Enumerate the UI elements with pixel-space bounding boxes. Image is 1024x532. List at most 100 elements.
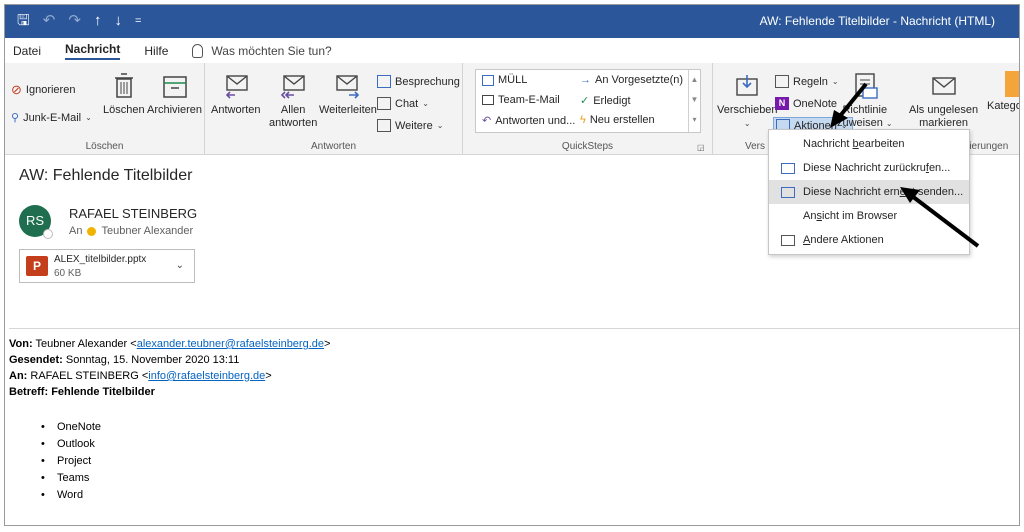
scroll-up-icon[interactable]: ▲ xyxy=(691,70,699,90)
ribbon-tabs: Datei Nachricht Hilfe Was möchten Sie tu… xyxy=(5,38,1019,63)
redo-icon[interactable]: ↷ xyxy=(68,11,81,31)
label-part: An xyxy=(803,210,817,222)
mark-unread-button[interactable]: Als ungelesen markieren xyxy=(909,71,978,130)
scroll-down-icon[interactable]: ▼ xyxy=(691,90,699,110)
outlook-message-window: 🖫 ↶ ↷ ↑ ↓ = AW: Fehlende Titelbilder - N… xyxy=(4,4,1020,526)
move-button[interactable]: Verschieben ⌄ xyxy=(717,71,778,130)
tell-me-box[interactable]: Was möchten Sie tun? xyxy=(192,43,332,58)
menu-item-resend-message[interactable]: Diese Nachricht erneut senden... xyxy=(769,180,969,204)
move-folder-icon xyxy=(736,75,758,96)
message-body-header: Von: Teubner Alexander <alexander.teubne… xyxy=(9,336,330,400)
lightbulb-icon xyxy=(192,43,204,58)
reply-all-button[interactable]: Allen antworten xyxy=(269,71,317,130)
menu-item-label: Diese Nachricht zurückrufen... xyxy=(803,162,950,174)
expand-gallery-icon[interactable]: ▾ xyxy=(692,110,696,130)
categorize-label: Kategor xyxy=(987,100,1019,112)
label-part: ut senden... xyxy=(905,186,964,198)
chat-button[interactable]: Chat ⌄ xyxy=(377,97,429,110)
trash-icon xyxy=(114,73,133,98)
reply-all-icon xyxy=(281,75,305,99)
title-bar: 🖫 ↶ ↷ ↑ ↓ = AW: Fehlende Titelbilder - N… xyxy=(5,5,1019,38)
to-close: > xyxy=(265,370,272,382)
group-antworten: Antworten Allen antworten Weiterleiten B… xyxy=(205,63,463,155)
quickstep-create-new[interactable]: ϟ Neu erstellen xyxy=(580,114,655,126)
next-item-icon[interactable]: ↓ xyxy=(114,11,122,31)
menu-item-edit-message[interactable]: Nachricht bearbeiten xyxy=(769,132,969,156)
quicksteps-scrollbar[interactable]: ▲ ▼ ▾ xyxy=(688,70,700,132)
junk-icon: ⚲ xyxy=(11,112,20,124)
reply-button[interactable]: Antworten xyxy=(211,71,261,117)
subject-value: Fehlende Titelbilder xyxy=(51,386,155,398)
onenote-label: OneNote xyxy=(793,97,838,110)
to-line: An: RAFAEL STEINBERG <info@rafaelsteinbe… xyxy=(9,368,330,384)
quickstep-done[interactable]: ✓ Erledigt xyxy=(580,94,631,108)
quickstep-done-label: Erledigt xyxy=(593,94,631,107)
rules-label: Regeln xyxy=(793,75,828,88)
to-prefix: An xyxy=(69,225,83,237)
ignore-label: Ignorieren xyxy=(25,83,76,96)
more-label: Weitere xyxy=(395,119,433,132)
tab-hilfe[interactable]: Hilfe xyxy=(144,44,168,58)
label-part: Diese Nachricht zurückru xyxy=(803,162,926,174)
chat-label: Chat xyxy=(395,97,419,110)
previous-item-icon[interactable]: ↑ xyxy=(94,11,102,31)
sender-name[interactable]: RAFAEL STEINBERG xyxy=(69,206,197,221)
menu-item-view-in-browser[interactable]: Ansicht im Browser xyxy=(769,204,969,228)
policy-icon xyxy=(855,73,878,99)
dialog-launcher-icon[interactable]: ◲ xyxy=(697,143,705,152)
quickstep-team-email[interactable]: Team-E-Mail xyxy=(482,94,560,106)
label-part: Diese Nachricht ern xyxy=(803,186,900,198)
more-icon xyxy=(377,119,391,132)
junk-label: Junk-E-Mail xyxy=(23,111,82,124)
rules-button[interactable]: Regeln ⌄ xyxy=(775,75,839,88)
forward-label: Weiterleiten xyxy=(319,104,377,116)
quickstep-reply-delete[interactable]: ↶ Antworten und... xyxy=(482,114,575,128)
ignore-button[interactable]: ⊘ Ignorieren xyxy=(11,83,75,96)
onenote-button[interactable]: N OneNote xyxy=(775,97,837,110)
menu-item-label: Nachricht bearbeiten xyxy=(803,138,905,150)
quickstep-team-email-label: Team-E-Mail xyxy=(498,94,560,106)
arrow-right-icon: → xyxy=(580,74,591,86)
label-part: icht im Browser xyxy=(821,210,898,222)
menu-item-other-actions[interactable]: Andere Aktionen xyxy=(769,228,969,252)
undo-icon[interactable]: ↶ xyxy=(43,11,56,31)
categorize-button[interactable]: Kategor xyxy=(987,71,1019,113)
tell-me-text: Was möchten Sie tun? xyxy=(211,43,332,58)
menu-item-recall-message[interactable]: Diese Nachricht zurückrufen... xyxy=(769,156,969,180)
more-respond-button[interactable]: Weitere ⌄ xyxy=(377,119,443,132)
unread-label-1: Als ungelesen xyxy=(909,104,979,116)
assign-policy-button[interactable]: Richtlinie zuweisen ⌄ xyxy=(837,71,893,130)
sent-value: Sonntag, 15. November 2020 13:11 xyxy=(65,354,240,366)
delete-button[interactable]: Löschen xyxy=(103,71,145,117)
rules-icon xyxy=(775,75,789,88)
quickstep-to-manager-label: An Vorgesetzte(n) xyxy=(595,74,684,86)
from-email-link[interactable]: alexander.teubner@rafaelsteinberg.de xyxy=(137,338,324,350)
from-line: Von: Teubner Alexander <alexander.teubne… xyxy=(9,336,330,352)
chevron-down-icon: ⌄ xyxy=(85,113,92,122)
delete-label: Löschen xyxy=(103,104,145,116)
unread-envelope-icon xyxy=(931,77,956,95)
recipient-name[interactable]: Teubner Alexander xyxy=(101,225,193,237)
from-label: Von: xyxy=(9,338,33,350)
attachment-card[interactable]: P ALEX_titelbilder.pptx 60 KB ⌄ xyxy=(19,249,195,283)
junk-email-button[interactable]: ⚲ Junk-E-Mail ⌄ xyxy=(11,111,92,125)
chevron-down-icon: ⌄ xyxy=(422,99,429,108)
save-icon[interactable]: 🖫 xyxy=(17,11,30,31)
customize-qat-icon[interactable]: = xyxy=(135,11,141,31)
meeting-button[interactable]: Besprechung xyxy=(377,75,460,88)
quickstep-to-manager[interactable]: → An Vorgesetzte(n) xyxy=(580,74,683,86)
tab-datei[interactable]: Datei xyxy=(13,44,41,58)
archive-button[interactable]: Archivieren xyxy=(147,71,202,117)
list-item: OneNote xyxy=(41,419,101,436)
quickstep-muell[interactable]: MÜLL xyxy=(482,74,527,86)
chevron-down-icon[interactable]: ⌄ xyxy=(176,260,184,271)
tab-nachricht[interactable]: Nachricht xyxy=(65,42,121,60)
to-email-link[interactable]: info@rafaelsteinberg.de xyxy=(148,370,265,382)
presence-away-icon xyxy=(87,226,97,236)
sent-line: Gesendet: Sonntag, 15. November 2020 13:… xyxy=(9,352,330,368)
quickstep-muell-label: MÜLL xyxy=(498,74,528,86)
forward-button[interactable]: Weiterleiten xyxy=(319,71,377,117)
reply-icon xyxy=(225,75,248,99)
label-part: Nachricht xyxy=(803,138,853,150)
list-item: Teams xyxy=(41,470,101,487)
